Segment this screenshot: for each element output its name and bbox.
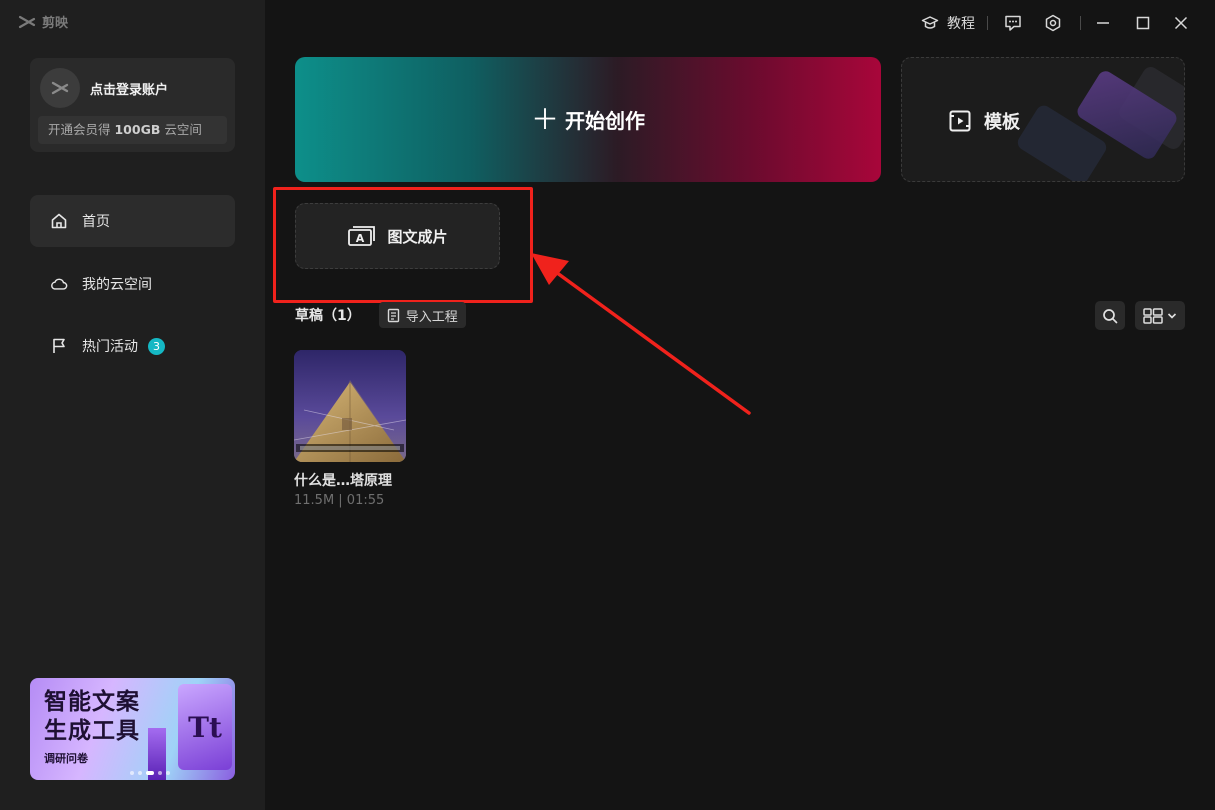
text-to-video-icon: A xyxy=(348,226,376,246)
app-name: 剪映 xyxy=(42,16,69,31)
sidebar-item-label: 我的云空间 xyxy=(82,277,152,293)
drafts-header: 草稿（1） 导入工程 xyxy=(295,302,466,328)
close-icon xyxy=(1174,16,1188,30)
banner-title: 智能文案 生成工具 xyxy=(44,688,140,746)
minimize-icon xyxy=(1097,22,1109,24)
maximize-button[interactable] xyxy=(1125,10,1161,36)
view-mode-dropdown[interactable] xyxy=(1135,301,1185,330)
settings-button[interactable] xyxy=(1038,10,1068,36)
flag-icon xyxy=(50,337,68,355)
sidebar-item-cloud[interactable]: 我的云空间 xyxy=(30,258,235,310)
pagination-dot[interactable] xyxy=(166,771,170,775)
text-to-video-button[interactable]: A 图文成片 xyxy=(295,203,500,269)
vip-promo[interactable]: 开通会员得 100GB 云空间 xyxy=(38,116,227,144)
close-button[interactable] xyxy=(1161,10,1201,36)
start-create-label: 开始创作 xyxy=(565,109,645,133)
draft-title: 什么是…塔原理 xyxy=(294,473,392,489)
minimize-button[interactable] xyxy=(1081,10,1125,36)
banner-title-line1: 智能文案 xyxy=(44,689,140,715)
draft-thumbnail[interactable] xyxy=(294,350,406,462)
capcut-avatar-icon xyxy=(51,81,69,95)
banner-pagination[interactable] xyxy=(130,771,170,775)
text-to-video-label: 图文成片 xyxy=(387,227,448,246)
banner-subtitle: 调研问卷 xyxy=(44,752,88,765)
pagination-dot[interactable] xyxy=(158,771,162,775)
pagination-dot-active[interactable] xyxy=(146,771,154,775)
settings-icon xyxy=(1045,14,1061,32)
home-icon xyxy=(50,212,68,230)
avatar[interactable] xyxy=(40,68,80,108)
template-label-group: 模板 xyxy=(948,108,1020,134)
cloud-icon xyxy=(50,275,68,293)
pagination-dot[interactable] xyxy=(138,771,142,775)
template-button[interactable]: 模板 xyxy=(901,57,1185,182)
vip-suffix: 云空间 xyxy=(160,122,202,137)
app-logo: 剪映 xyxy=(18,12,68,31)
maximize-icon xyxy=(1136,16,1150,30)
feedback-icon xyxy=(1005,15,1021,31)
tutorial-label: 教程 xyxy=(947,16,975,32)
sidebar-item-events[interactable]: 热门活动 3 xyxy=(30,320,235,372)
search-button[interactable] xyxy=(1095,301,1125,330)
feedback-button[interactable] xyxy=(988,10,1038,36)
sidebar: 剪映 点击登录账户 开通会员得 100GB 云空间 首页 我的云空间 热门活动 … xyxy=(0,0,265,810)
annotation-arrow-icon xyxy=(531,253,751,415)
grid-view-icon xyxy=(1143,307,1163,324)
graduation-cap-icon xyxy=(921,16,939,29)
sidebar-item-label: 首页 xyxy=(82,214,110,230)
template-icon xyxy=(949,110,971,132)
search-icon xyxy=(1103,308,1118,323)
sidebar-item-label: 热门活动 xyxy=(82,339,138,355)
title-bar: 教程 xyxy=(921,10,1201,36)
draft-meta: 11.5M | 01:55 xyxy=(294,493,385,508)
tutorial-button[interactable]: 教程 xyxy=(921,10,987,36)
login-link[interactable]: 点击登录账户 xyxy=(90,79,168,98)
document-icon xyxy=(387,308,399,322)
text-tool-icon: Tt xyxy=(178,684,232,770)
import-project-label: 导入工程 xyxy=(405,309,458,325)
drafts-title: 草稿（1） xyxy=(295,308,361,324)
banner-title-line2: 生成工具 xyxy=(44,718,140,744)
pyramid-thumbnail-image xyxy=(294,350,406,462)
plus-icon: ＋ xyxy=(530,103,559,136)
draft-card[interactable]: 什么是…塔原理 11.5M | 01:55 xyxy=(294,350,406,508)
chevron-down-icon xyxy=(1167,312,1177,319)
svg-text:A: A xyxy=(356,232,365,245)
vip-prefix: 开通会员得 xyxy=(48,122,115,137)
capcut-logo-icon xyxy=(18,15,36,28)
start-create-button[interactable]: ＋ 开始创作 xyxy=(295,57,881,182)
promo-banner[interactable]: 智能文案 生成工具 调研问卷 Tt xyxy=(30,678,235,780)
account-card[interactable]: 点击登录账户 开通会员得 100GB 云空间 xyxy=(30,58,235,152)
notification-badge: 3 xyxy=(148,337,165,355)
import-project-button[interactable]: 导入工程 xyxy=(378,302,466,328)
template-label: 模板 xyxy=(984,112,1020,133)
vip-capacity: 100GB xyxy=(114,122,161,137)
main-area: ＋ 开始创作 模板 A 图文成片 草稿（1） 导入工程 什么是…塔原理 11.5… xyxy=(265,0,1215,810)
sidebar-item-home[interactable]: 首页 xyxy=(30,195,235,247)
pagination-dot[interactable] xyxy=(130,771,134,775)
